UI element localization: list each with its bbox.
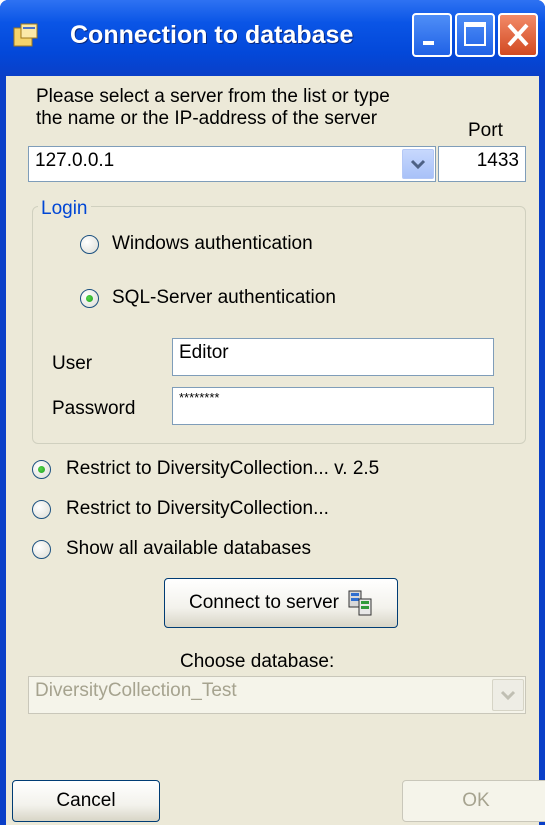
close-icon [507,23,529,47]
show-all-label[interactable]: Show all available databases [66,538,311,560]
minimize-button[interactable] [412,13,452,57]
database-value: DiversityCollection_Test [35,680,237,701]
database-combo[interactable]: DiversityCollection_Test [28,676,526,714]
user-label: User [52,353,93,374]
server-instruction-line2: the name or the IP-address of the server [36,108,378,129]
choose-database-label: Choose database: [180,651,335,672]
app-icon [13,23,38,47]
connection-dialog: Connection to database Please select a s… [0,0,545,825]
restrict-collection-label[interactable]: Restrict to DiversityCollection... [66,498,329,520]
cancel-button[interactable]: Cancel [12,780,160,822]
password-field[interactable]: ******** [172,387,494,425]
server-dropdown-button[interactable] [402,149,434,179]
maximize-button[interactable] [455,13,495,57]
server-instruction: Please select a server from the list or … [36,86,390,130]
server-combo[interactable]: 127.0.0.1 [28,146,436,182]
restrict-version-radio[interactable] [32,460,51,479]
sql-auth-label[interactable]: SQL-Server authentication [112,287,336,309]
maximize-icon [464,22,486,46]
server-value: 127.0.0.1 [35,150,115,171]
cancel-button-label: Cancel [56,790,116,811]
user-value: Editor [179,342,229,363]
password-value: ******** [179,390,220,405]
connect-to-server-button[interactable]: Connect to server [164,578,398,628]
ok-button-label: OK [462,790,490,811]
title-bar[interactable]: Connection to database [0,0,545,76]
connect-button-label: Connect to server [189,592,339,613]
restrict-collection-radio[interactable] [32,500,51,519]
network-server-icon [348,590,372,616]
radio-selected-dot [38,466,45,473]
database-dropdown-button[interactable] [492,679,524,711]
user-field[interactable]: Editor [172,338,494,376]
chevron-down-icon [500,690,516,701]
window-title: Connection to database [70,21,354,49]
server-instruction-line1: Please select a server from the list or … [36,86,390,107]
radio-selected-dot [86,295,93,302]
login-legend: Login [38,198,91,220]
password-label: Password [52,398,136,419]
chevron-down-icon [410,159,426,170]
port-field[interactable]: 1433 [438,146,526,182]
ok-button[interactable]: OK [402,780,545,822]
minimize-icon [423,41,434,45]
windows-auth-radio[interactable] [80,235,99,254]
show-all-radio[interactable] [32,540,51,559]
close-button[interactable] [498,13,538,57]
port-value: 1433 [476,150,519,171]
port-label: Port [468,120,503,141]
restrict-version-label[interactable]: Restrict to DiversityCollection... v. 2.… [66,458,379,480]
sql-auth-radio[interactable] [80,289,99,308]
windows-auth-label[interactable]: Windows authentication [112,233,313,255]
dialog-body: Please select a server from the list or … [6,76,545,825]
